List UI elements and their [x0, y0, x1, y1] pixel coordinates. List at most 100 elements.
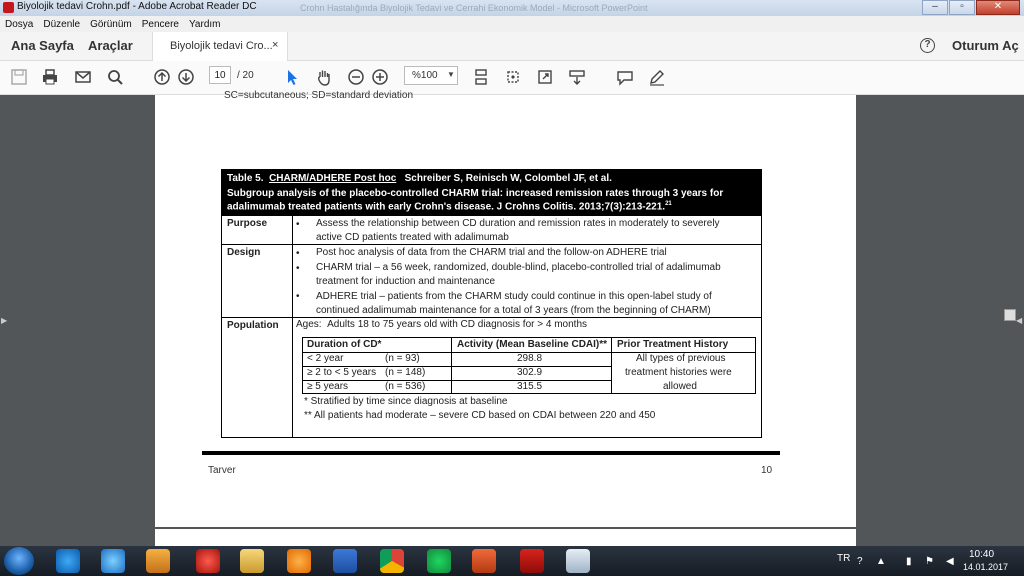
page-down-icon[interactable]	[176, 67, 196, 87]
bullet: •	[296, 219, 300, 230]
menu-view[interactable]: Görünüm	[85, 19, 137, 30]
language-indicator[interactable]: TR	[837, 553, 850, 564]
document-tab[interactable]: Biyolojik tedavi Cro... ×	[152, 32, 288, 61]
toolbar	[0, 61, 1024, 95]
purpose-line-2: active CD patients treated with adalimum…	[316, 232, 509, 243]
fit-page-icon[interactable]	[471, 67, 491, 87]
table-authors: Schreiber S, Reinisch W, Colombel JF, et…	[404, 173, 612, 184]
tab-bar: Ana Sayfa Araçlar Biyolojik tedavi Cro..…	[0, 32, 1024, 61]
chrome-icon[interactable]	[380, 549, 404, 573]
acrobat-icon[interactable]	[520, 549, 544, 573]
select-cursor-icon[interactable]	[282, 67, 302, 87]
header-duration: Duration of CD*	[307, 339, 382, 350]
activity-cell: 315.5	[517, 381, 543, 392]
internet-explorer-icon[interactable]	[56, 549, 80, 573]
population-subtable: Duration of CD* Activity (Mean Baseline …	[302, 337, 756, 394]
activity-cell: 302.9	[517, 367, 543, 378]
flag-icon[interactable]: ⚑	[925, 556, 934, 567]
document-tab-label: Biyolojik tedavi Cro...	[170, 40, 273, 52]
page-up-icon[interactable]	[152, 67, 172, 87]
close-tab-icon[interactable]: ×	[272, 39, 278, 51]
minimize-button[interactable]: –	[922, 0, 948, 15]
close-window-button[interactable]: ✕	[976, 0, 1020, 15]
design-line-2b: treatment for induction and maintenance	[316, 276, 495, 287]
study-table: Table 5. CHARM/ADHERE Post hoc Schreiber…	[221, 169, 762, 438]
scroll-mode-icon[interactable]	[567, 67, 587, 87]
media-player-icon[interactable]	[146, 549, 170, 573]
zoom-out-icon[interactable]	[346, 67, 366, 87]
restore-button[interactable]: ▫	[949, 0, 975, 15]
pen-icon[interactable]	[647, 67, 667, 87]
folder-icon[interactable]	[240, 549, 264, 573]
nav-home[interactable]: Ana Sayfa	[11, 38, 74, 53]
menu-edit[interactable]: Düzenle	[38, 19, 85, 30]
comment-icon[interactable]	[615, 67, 635, 87]
print-icon[interactable]	[40, 67, 60, 87]
zoom-value: %100	[412, 70, 438, 81]
taskbar	[0, 546, 1024, 576]
hand-icon[interactable]	[314, 67, 334, 87]
left-panel-toggle-icon[interactable]: ▶	[1, 316, 7, 325]
help-tray-icon[interactable]: ?	[857, 556, 863, 567]
notification-icon[interactable]: ▲	[876, 556, 886, 567]
duration-cell: ≥ 2 to < 5 years	[307, 367, 377, 378]
search-icon[interactable]	[105, 67, 125, 87]
network-icon[interactable]: ▮	[906, 556, 912, 567]
design-line-2a: CHARM trial – a 56 week, randomized, dou…	[316, 262, 721, 273]
zoom-in-icon[interactable]	[370, 67, 390, 87]
media-icon[interactable]	[101, 549, 125, 573]
page-footer-rule	[202, 451, 780, 455]
right-panel-toggle-icon[interactable]: ◀	[1016, 316, 1022, 325]
rotate-icon[interactable]	[503, 67, 523, 87]
table-title: Table 5. CHARM/ADHERE Post hoc Schreiber…	[227, 173, 612, 184]
header-prior-treatment: Prior Treatment History	[617, 339, 729, 350]
title-bar: Biyolojik tedavi Crohn.pdf - Adobe Acrob…	[0, 0, 1024, 16]
n-cell: (n = 148)	[385, 367, 426, 378]
purpose-line-1: Assess the relationship between CD durat…	[316, 218, 720, 229]
scrollbar-thumb[interactable]	[1004, 309, 1016, 321]
subtable-divider	[303, 380, 611, 381]
signin-button[interactable]: Oturum Aç	[952, 38, 1019, 53]
duration-cell: ≥ 5 years	[307, 381, 349, 392]
fullscreen-icon[interactable]	[535, 67, 555, 87]
design-line-3b: continued adalimumab maintenance for a t…	[316, 305, 711, 316]
table-subtitle-2: adalimumab treated patients with early C…	[227, 201, 672, 212]
footnote-2: ** All patients had moderate – severe CD…	[304, 410, 656, 421]
clock-time[interactable]: 10:40	[969, 549, 994, 560]
office-icon[interactable]	[472, 549, 496, 573]
word-icon[interactable]	[333, 549, 357, 573]
zoom-select[interactable]: %100 ▼	[404, 66, 458, 85]
page-total: / 20	[237, 70, 254, 81]
help-icon[interactable]: ?	[920, 38, 935, 53]
menu-file[interactable]: Dosya	[0, 19, 38, 30]
page-number-input[interactable]: 10	[209, 66, 231, 84]
email-icon[interactable]	[73, 67, 93, 87]
bullet: •	[296, 263, 300, 274]
clock-date[interactable]: 14.01.2017	[963, 562, 1008, 572]
menu-window[interactable]: Pencere	[137, 19, 184, 30]
purpose-label: Purpose	[227, 218, 268, 229]
start-button[interactable]	[4, 547, 34, 575]
avast-icon[interactable]	[287, 549, 311, 573]
menu-help[interactable]: Yardım	[184, 19, 226, 30]
acrobat-app-icon	[3, 2, 14, 13]
footer-page-number: 10	[761, 465, 773, 476]
header-activity: Activity (Mean Baseline CDAI)**	[457, 339, 608, 350]
save-icon[interactable]	[9, 67, 29, 87]
ages-label: Ages:	[296, 319, 322, 330]
cutoff-text: SC=subcutaneous; SD=standard deviation	[224, 90, 414, 101]
design-line-1: Post hoc analysis of data from the CHARM…	[316, 247, 667, 258]
snipping-icon[interactable]	[566, 549, 590, 573]
chevron-down-icon: ▼	[447, 70, 455, 79]
pin-icon[interactable]	[196, 549, 220, 573]
volume-icon[interactable]: ◀	[946, 556, 954, 567]
table-title-link[interactable]: CHARM/ADHERE Post hoc	[269, 173, 396, 184]
bullet: •	[296, 291, 300, 302]
footnote-1: * Stratified by time since diagnosis at …	[304, 396, 508, 407]
nav-tools[interactable]: Araçlar	[88, 38, 133, 53]
menu-bar: Dosya Düzenle Görünüm Pencere Yardım	[0, 16, 1024, 32]
column-divider	[292, 215, 293, 437]
ages-line: Ages: Adults 18 to 75 years old with CD …	[296, 319, 587, 330]
subtable-divider	[611, 338, 612, 393]
spotify-icon[interactable]	[427, 549, 451, 573]
